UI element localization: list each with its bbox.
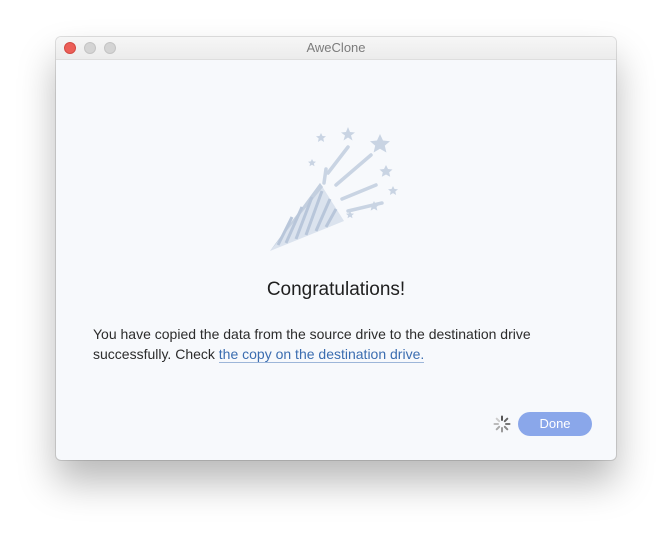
success-message: You have copied the data from the source… [93,324,583,364]
done-button[interactable]: Done [518,412,592,436]
destination-copy-link[interactable]: the copy on the destination drive. [218,346,425,363]
loading-spinner-icon [493,415,511,433]
title-bar[interactable]: AweClone [56,37,616,60]
window-title: AweClone [306,40,366,55]
app-window: AweClone Congratulations! You have copie… [56,37,616,460]
party-popper-icon [264,121,404,253]
page-title: Congratulations! [266,279,406,300]
